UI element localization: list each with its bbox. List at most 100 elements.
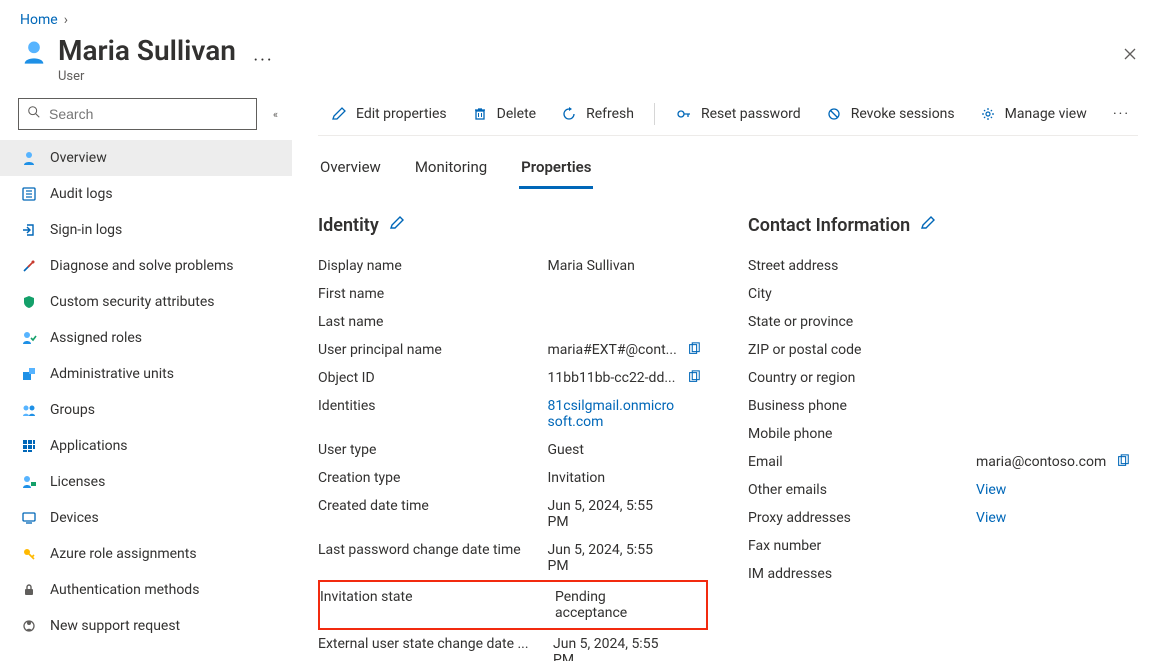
kv-value: maria#EXT#@cont...: [548, 336, 681, 364]
copy-objectid-button[interactable]: [687, 370, 704, 384]
contact-section-title: Contact Information: [748, 215, 910, 236]
edit-identity-button[interactable]: [389, 215, 405, 236]
list-icon: [20, 185, 38, 203]
manage-view-button[interactable]: Manage view: [967, 92, 1099, 135]
kv-label: Country or region: [748, 364, 976, 392]
sidebar-item-label: Applications: [50, 438, 128, 454]
assigned-roles-icon: [20, 329, 38, 347]
kv-label: Display name: [318, 252, 548, 280]
copy-upn-button[interactable]: [687, 342, 704, 356]
kv-value: [976, 280, 1110, 308]
kv-label: User principal name: [318, 336, 548, 364]
content-area: Edit properties Delete Refresh Reset pas…: [292, 92, 1156, 661]
edit-contact-button[interactable]: [920, 215, 936, 236]
tab-overview[interactable]: Overview: [318, 150, 383, 189]
sidebar-item-label: Assigned roles: [50, 330, 142, 346]
kv-value: Jun 5, 2024, 5:55 PM: [553, 630, 680, 661]
revoke-icon: [825, 105, 843, 123]
kv-value: Invitation: [548, 464, 681, 492]
copy-email-button[interactable]: [1116, 454, 1134, 468]
revoke-sessions-button[interactable]: Revoke sessions: [813, 92, 967, 135]
shield-icon: [20, 293, 38, 311]
sidebar: « Overview Audit logs Sign-in logs Diagn…: [0, 92, 292, 661]
sidebar-item-label: New support request: [50, 618, 180, 634]
search-input[interactable]: [47, 105, 248, 123]
key-icon: [20, 545, 38, 563]
sidebar-item-auth-methods[interactable]: Authentication methods: [0, 572, 292, 608]
kv-label: IM addresses: [748, 560, 976, 588]
tab-monitoring[interactable]: Monitoring: [413, 150, 489, 189]
devices-icon: [20, 509, 38, 527]
kv-value: [976, 336, 1110, 364]
sidebar-item-licenses[interactable]: Licenses: [0, 464, 292, 500]
sidebar-item-applications[interactable]: Applications: [0, 428, 292, 464]
kv-label: First name: [318, 280, 548, 308]
kv-value: [976, 392, 1110, 420]
reset-password-button[interactable]: Reset password: [663, 92, 813, 135]
toolbar-label: Reset password: [701, 106, 801, 122]
search-box[interactable]: [18, 98, 257, 130]
person-icon: [20, 149, 38, 167]
sidebar-item-support[interactable]: New support request: [0, 608, 292, 644]
kv-label: Street address: [748, 252, 976, 280]
sidebar-item-label: Authentication methods: [50, 582, 199, 598]
contact-section: Contact Information Street address City …: [748, 215, 1138, 661]
sidebar-item-label: Overview: [50, 150, 107, 166]
identities-link[interactable]: 81csilgmail.onmicrosoft.com: [548, 392, 681, 436]
close-button[interactable]: [1118, 42, 1142, 71]
kv-value: 11bb11bb-cc22-dd...: [548, 364, 681, 392]
page-subtitle: User: [58, 69, 1136, 84]
edit-properties-button[interactable]: Edit properties: [318, 92, 459, 135]
tabs: Overview Monitoring Properties: [318, 136, 1138, 189]
breadcrumb-home[interactable]: Home: [20, 12, 58, 28]
collapse-sidebar-button[interactable]: «: [273, 108, 278, 121]
sidebar-item-overview[interactable]: Overview: [0, 140, 292, 176]
sidebar-item-diagnose[interactable]: Diagnose and solve problems: [0, 248, 292, 284]
licenses-icon: [20, 473, 38, 491]
kv-value: [976, 308, 1110, 336]
refresh-button[interactable]: Refresh: [548, 92, 646, 135]
search-icon: [27, 105, 41, 123]
sidebar-item-admin-units[interactable]: Administrative units: [0, 356, 292, 392]
kv-value: [976, 364, 1110, 392]
proxy-addresses-view-link[interactable]: View: [976, 504, 1110, 532]
header-overflow-button[interactable]: ···: [253, 50, 273, 71]
kv-label: Mobile phone: [748, 420, 976, 448]
sidebar-item-assigned-roles[interactable]: Assigned roles: [0, 320, 292, 356]
identity-section-title: Identity: [318, 215, 379, 236]
tab-properties[interactable]: Properties: [519, 150, 593, 189]
sidebar-item-label: Sign-in logs: [50, 222, 122, 238]
toolbar: Edit properties Delete Refresh Reset pas…: [318, 92, 1138, 136]
admin-units-icon: [20, 365, 38, 383]
toolbar-label: Revoke sessions: [851, 106, 955, 122]
identity-section: Identity Display name Maria Sullivan Fir…: [318, 215, 708, 661]
sidebar-item-label: Audit logs: [50, 186, 113, 202]
pencil-icon: [330, 105, 348, 123]
kv-label: Fax number: [748, 532, 976, 560]
sidebar-item-signin-logs[interactable]: Sign-in logs: [0, 212, 292, 248]
sidebar-item-label: Diagnose and solve problems: [50, 258, 233, 274]
chevron-right-icon: ›: [64, 12, 68, 28]
sidebar-item-label: Custom security attributes: [50, 294, 215, 310]
support-icon: [20, 617, 38, 635]
kv-value: [976, 532, 1110, 560]
lock-icon: [20, 581, 38, 599]
page-header: Maria Sullivan ··· User: [0, 34, 1156, 92]
kv-value: Maria Sullivan: [548, 252, 681, 280]
sidebar-item-custom-security[interactable]: Custom security attributes: [0, 284, 292, 320]
trash-icon: [471, 105, 489, 123]
toolbar-label: Manage view: [1005, 106, 1087, 122]
kv-label: Created date time: [318, 492, 548, 536]
sidebar-item-devices[interactable]: Devices: [0, 500, 292, 536]
sidebar-item-audit-logs[interactable]: Audit logs: [0, 176, 292, 212]
sidebar-item-groups[interactable]: Groups: [0, 392, 292, 428]
kv-value: [976, 252, 1110, 280]
sidebar-item-azure-roles[interactable]: Azure role assignments: [0, 536, 292, 572]
delete-button[interactable]: Delete: [459, 92, 548, 135]
toolbar-overflow-button[interactable]: ···: [1105, 106, 1138, 122]
user-avatar-icon: [20, 38, 48, 70]
signin-icon: [20, 221, 38, 239]
other-emails-view-link[interactable]: View: [976, 476, 1110, 504]
kv-value: Jun 5, 2024, 5:55 PM: [548, 536, 681, 580]
kv-label: Last name: [318, 308, 548, 336]
